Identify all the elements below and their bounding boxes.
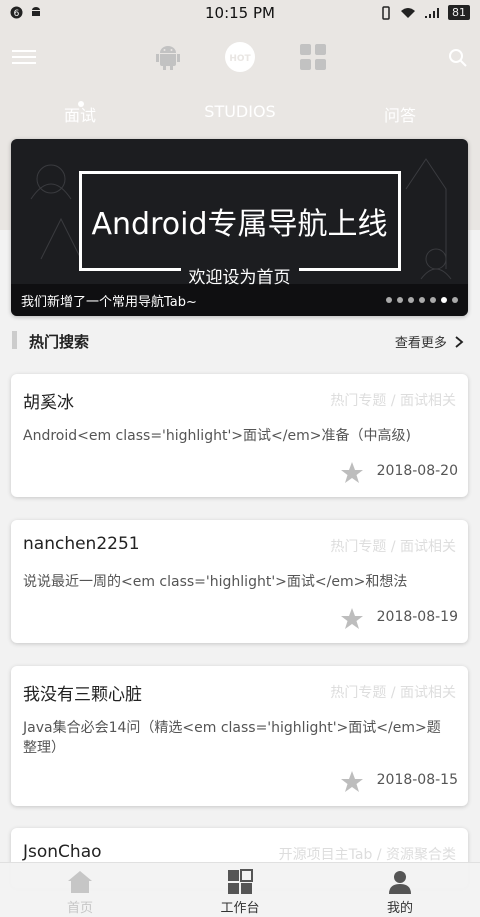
- svg-text:HOT: HOT: [229, 54, 251, 64]
- pager-dot[interactable]: [386, 297, 392, 303]
- article-card[interactable]: nanchen2251 热门专题 / 面试相关 说说最近一周的<em class…: [11, 520, 468, 643]
- active-tab-indicator: [78, 101, 84, 107]
- article-date: 2018-08-15: [376, 772, 458, 788]
- hot-search-header: 热门搜索 查看更多: [0, 326, 480, 356]
- star-icon[interactable]: [340, 607, 364, 631]
- banner-caption: 我们新增了一个常用导航Tab~: [21, 295, 197, 310]
- status-bar: 6 10:15 PM 81: [0, 0, 480, 26]
- android-icon[interactable]: [153, 42, 183, 72]
- nav-home-label: 首页: [66, 901, 93, 916]
- grid-icon[interactable]: [298, 42, 328, 72]
- article-date: 2018-08-19: [376, 609, 458, 625]
- nav-workbench-label: 工作台: [220, 901, 260, 916]
- star-icon[interactable]: [340, 461, 364, 485]
- signal-icon: [425, 7, 439, 18]
- banner-caption-bar: 我们新增了一个常用导航Tab~: [11, 284, 468, 316]
- pager-dot[interactable]: [419, 297, 425, 303]
- menu-icon[interactable]: [12, 46, 36, 66]
- chevron-right-icon: [455, 336, 464, 348]
- article-card[interactable]: 胡奚冰 热门专题 / 面试相关 Android<em class='highli…: [11, 374, 468, 497]
- workbench-icon: [228, 869, 253, 894]
- article-category[interactable]: 开源项目主Tab / 资源聚合类: [279, 844, 456, 864]
- article-author: 胡奚冰: [23, 393, 74, 413]
- nav-home[interactable]: 首页: [0, 863, 160, 917]
- pager-dot[interactable]: [408, 297, 414, 303]
- pager-dot[interactable]: [397, 297, 403, 303]
- article-title: Java集合必会14问（精选<em class='highlight'>面试</…: [23, 720, 441, 756]
- banner-pager-dots: [386, 297, 458, 303]
- wifi-icon: [401, 7, 415, 18]
- person-icon: [389, 871, 411, 894]
- banner-title: Android专属导航上线: [91, 207, 388, 242]
- view-more-label: 查看更多: [394, 336, 447, 351]
- nav-workbench[interactable]: 工作台: [160, 863, 320, 917]
- nav-profile[interactable]: 我的: [320, 863, 480, 917]
- star-icon[interactable]: [340, 770, 364, 794]
- section-accent-bar: [12, 331, 17, 349]
- pager-dot[interactable]: [430, 297, 436, 303]
- article-title: 说说最近一周的<em class='highlight'>面试</em>和想法: [23, 574, 408, 590]
- battery-level: 81: [448, 5, 470, 20]
- tab-qa[interactable]: 问答: [330, 102, 470, 126]
- article-date: 2018-08-20: [376, 463, 458, 479]
- article-category[interactable]: 热门专题 / 面试相关: [330, 682, 456, 702]
- section-title: 热门搜索: [29, 333, 90, 351]
- top-bar: HOT: [0, 26, 480, 90]
- bottom-nav: 首页 工作台 我的: [0, 862, 480, 917]
- pager-dot[interactable]: [441, 297, 447, 303]
- article-author: nanchen2251: [23, 534, 140, 554]
- tab-bar: 面试 STUDIOS 问答: [0, 90, 480, 138]
- article-author: 我没有三颗心脏: [23, 685, 142, 705]
- article-title: Android<em class='highlight'>面试</em>准备（中…: [23, 428, 411, 444]
- banner[interactable]: Android专属导航上线 欢迎设为首页 我们新增了一个常用导航Tab~: [11, 139, 468, 316]
- status-right: 81: [380, 5, 470, 20]
- article-category[interactable]: 热门专题 / 面试相关: [330, 536, 456, 556]
- nav-profile-label: 我的: [386, 901, 413, 916]
- pager-dot[interactable]: [452, 297, 458, 303]
- home-icon: [68, 871, 92, 893]
- article-card[interactable]: 我没有三颗心脏 热门专题 / 面试相关 Java集合必会14问（精选<em cl…: [11, 666, 468, 806]
- article-category[interactable]: 热门专题 / 面试相关: [330, 390, 456, 410]
- article-author: JsonChao: [23, 842, 102, 862]
- hot-icon[interactable]: HOT: [224, 41, 256, 73]
- vibrate-icon: [382, 5, 390, 20]
- view-more-link[interactable]: 查看更多: [395, 332, 464, 351]
- search-icon[interactable]: [448, 48, 468, 68]
- tab-studios[interactable]: STUDIOS: [170, 102, 310, 121]
